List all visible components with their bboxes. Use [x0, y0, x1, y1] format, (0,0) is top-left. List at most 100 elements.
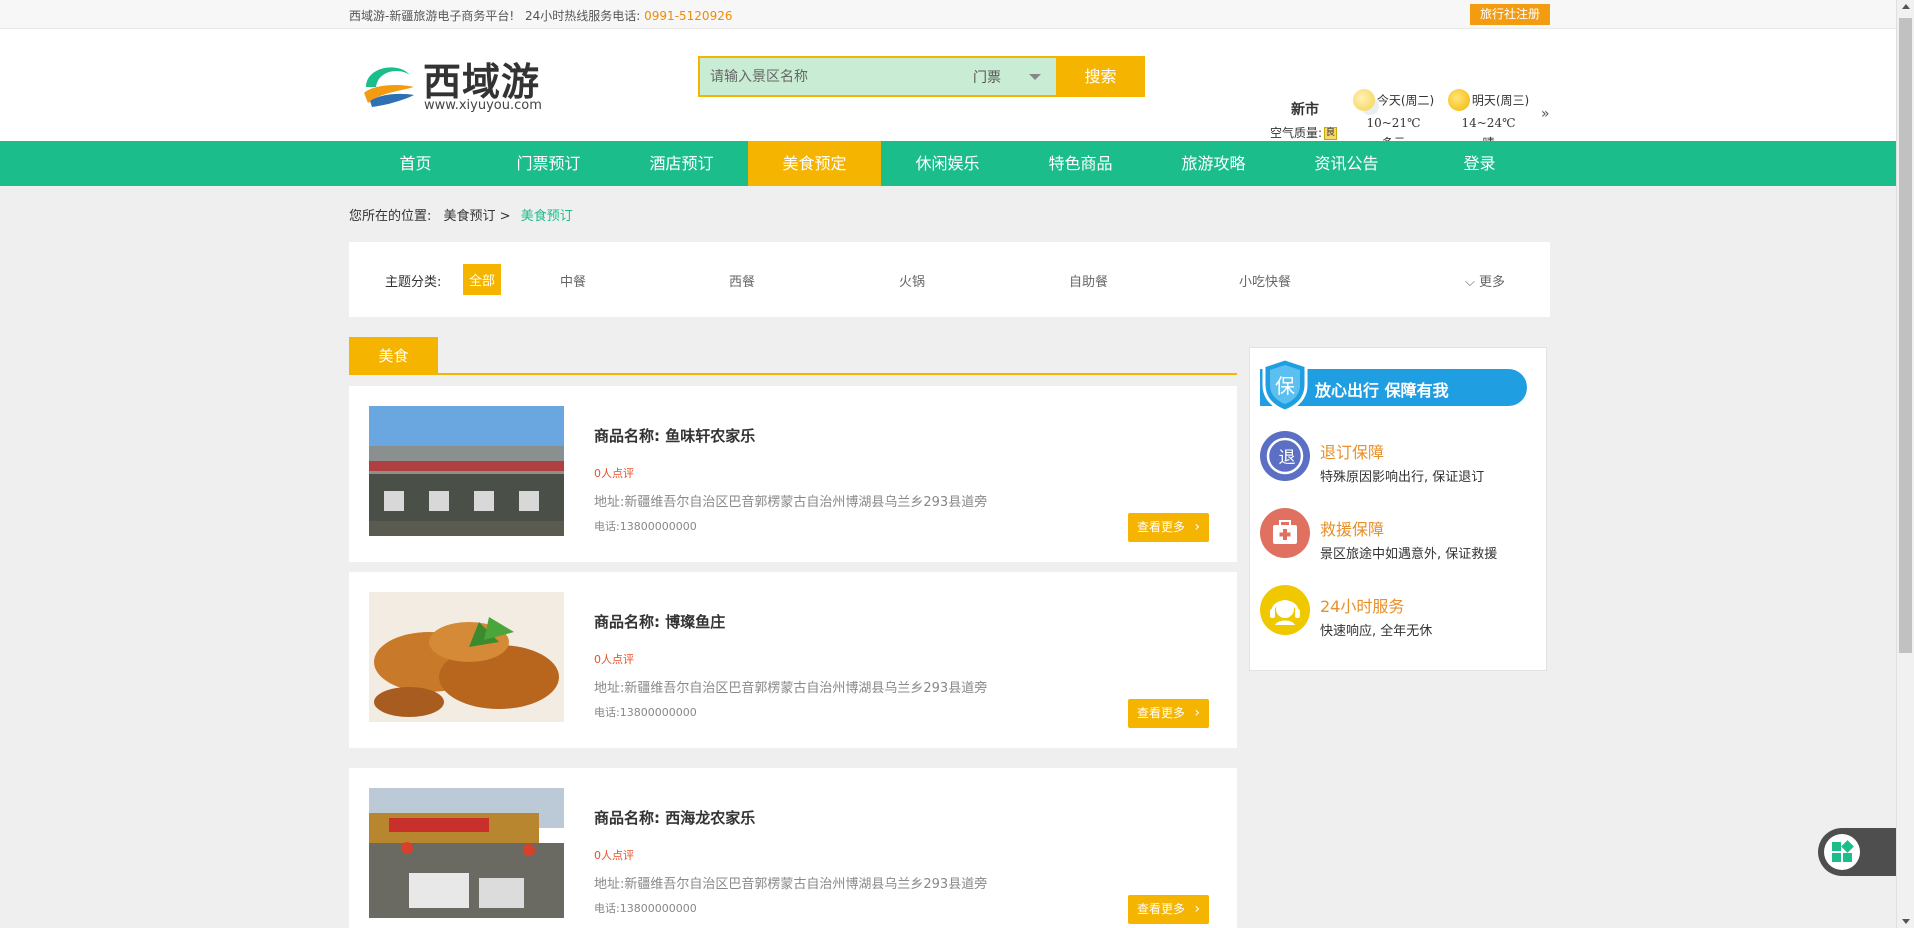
refund-icon-char: 退 — [1279, 448, 1296, 468]
search-button[interactable]: 搜索 — [1056, 56, 1145, 97]
filter-western[interactable]: 西餐 — [729, 271, 755, 290]
logo-swirl-icon — [364, 67, 414, 107]
page-scrollbar[interactable] — [1896, 0, 1914, 928]
apps-icon — [1824, 834, 1860, 870]
listing-tel: 电话:13800000000 — [594, 902, 697, 915]
top-bar: 西域游-新疆旅游电子商务平台! 24小时热线服务电话: 0991-5120926… — [0, 0, 1896, 29]
filter-more[interactable]: ⌵ 更多 — [1465, 271, 1505, 290]
view-more-button[interactable]: 查看更多 › — [1128, 699, 1209, 728]
nav-item-home[interactable]: 首页 — [349, 141, 482, 186]
scroll-down-icon[interactable] — [1902, 919, 1910, 924]
list-item: 商品名称: 博璨鱼庄 0人点评 地址:新疆维吾尔自治区巴音郭楞蒙古自治州博湖县乌… — [349, 572, 1237, 748]
sunny-icon — [1447, 89, 1470, 111]
chevron-down-icon: ⌵ — [1465, 275, 1475, 290]
shield-icon: 保 — [1262, 357, 1308, 413]
view-more-label: 查看更多 — [1137, 706, 1186, 720]
section-tab-food[interactable]: 美食 — [349, 337, 438, 375]
restaurant-photo[interactable] — [369, 592, 564, 722]
nav-item-news[interactable]: 资讯公告 — [1280, 141, 1413, 186]
nav-item-tickets[interactable]: 门票预订 — [482, 141, 615, 186]
weather-city[interactable]: 新市 — [1291, 99, 1319, 119]
chevron-right-icon: › — [1194, 705, 1200, 721]
filter-more-label: 更多 — [1479, 275, 1506, 290]
chevron-right-icon: › — [1194, 901, 1200, 917]
listing-address: 地址:新疆维吾尔自治区巴音郭楞蒙古自治州博湖县乌兰乡293县道旁 — [594, 681, 988, 696]
view-more-label: 查看更多 — [1137, 902, 1186, 916]
cloudy-icon — [1352, 89, 1375, 111]
listing-address: 地址:新疆维吾尔自治区巴音郭楞蒙古自治州博湖县乌兰乡293县道旁 — [594, 877, 988, 892]
search-input[interactable] — [710, 66, 950, 88]
listing-name[interactable]: 商品名称: 鱼味轩农家乐 — [594, 425, 755, 446]
air-quality-icon: 良 — [1324, 127, 1338, 140]
filter-chinese[interactable]: 中餐 — [560, 271, 586, 290]
filter-label: 主题分类: — [385, 275, 442, 290]
section-divider — [349, 373, 1237, 375]
restaurant-photo[interactable] — [369, 788, 564, 918]
guarantee-title: 退订保障 — [1320, 443, 1385, 462]
guarantee-desc: 特殊原因影响出行, 保证退订 — [1320, 470, 1485, 485]
scroll-thumb[interactable] — [1899, 18, 1912, 653]
list-item: 商品名称: 鱼味轩农家乐 0人点评 地址:新疆维吾尔自治区巴音郭楞蒙古自治州博湖… — [349, 386, 1237, 562]
listing-reviews[interactable]: 0人点评 — [594, 465, 634, 481]
weather-today-temp: 10~21℃ — [1366, 116, 1421, 130]
nav-item-hotels[interactable]: 酒店预订 — [615, 141, 748, 186]
listing-name[interactable]: 商品名称: 西海龙农家乐 — [594, 807, 755, 828]
nav-item-specialty[interactable]: 特色商品 — [1014, 141, 1147, 186]
view-more-button[interactable]: 查看更多 › — [1128, 513, 1209, 542]
listing-address: 地址:新疆维吾尔自治区巴音郭楞蒙古自治州博湖县乌兰乡293县道旁 — [594, 495, 988, 510]
first-aid-icon — [1260, 508, 1310, 558]
nav-item-guides[interactable]: 旅游攻略 — [1147, 141, 1280, 186]
weather-tomorrow-temp: 14~24℃ — [1461, 116, 1516, 130]
filter-buffet[interactable]: 自助餐 — [1069, 271, 1108, 290]
guarantee-title: 救援保障 — [1320, 520, 1385, 539]
guarantee-desc: 景区旅途中如遇意外, 保证救援 — [1320, 547, 1498, 562]
scroll-up-icon[interactable] — [1902, 4, 1910, 9]
nav-item-food[interactable]: 美食预定 — [748, 141, 881, 186]
nav-item-login[interactable]: 登录 — [1413, 141, 1546, 186]
headset-icon — [1260, 585, 1310, 635]
category-filter: 主题分类: 全部 中餐 西餐 火锅 自助餐 小吃快餐 ⌵ 更多 — [349, 242, 1550, 317]
chevron-down-icon[interactable] — [1029, 74, 1041, 80]
agency-register-button[interactable]: 旅行社注册 — [1470, 4, 1550, 25]
nav-item-leisure[interactable]: 休闲娱乐 — [881, 141, 1014, 186]
header: 西域游 www.xiyuyou.com 门票 搜索 新市 空气质量:良 今天(周… — [0, 29, 1896, 150]
view-more-button[interactable]: 查看更多 › — [1128, 895, 1209, 924]
guarantee-sidebar: 保 放心出行 保障有我 退 退订保障 特殊原因影响出行, 保证退订 救援保障 景… — [1249, 347, 1547, 671]
main-nav: 首页 门票预订 酒店预订 美食预定 休闲娱乐 特色商品 旅游攻略 资讯公告 登录 — [0, 141, 1896, 186]
floating-service-widget[interactable] — [1818, 828, 1896, 876]
listing-name[interactable]: 商品名称: 博璨鱼庄 — [594, 611, 725, 632]
guarantee-banner: 保 放心出行 保障有我 — [1260, 357, 1527, 413]
filter-hotpot[interactable]: 火锅 — [899, 271, 925, 290]
weather-tomorrow-label: 明天(周三) — [1471, 93, 1530, 108]
weather-today-label: 今天(周二) — [1376, 93, 1435, 108]
breadcrumb: 您所在的位置: 美食预订 > 美食预订 — [349, 205, 573, 224]
view-more-label: 查看更多 — [1137, 520, 1186, 534]
listing-reviews[interactable]: 0人点评 — [594, 847, 634, 863]
logo[interactable]: 西域游 www.xiyuyou.com — [358, 51, 548, 113]
weather-more-icon[interactable]: » — [1541, 106, 1550, 122]
weather-widget: 新市 空气质量:良 今天(周二) 10~21℃ 多云 明天(周三) 14~24℃… — [1266, 59, 1566, 150]
guarantee-banner-text: 放心出行 保障有我 — [1315, 381, 1449, 400]
hotline-number: 0991-5120926 — [644, 9, 733, 23]
breadcrumb-prefix: 您所在的位置: — [349, 209, 432, 224]
guarantee-rescue: 救援保障 景区旅途中如遇意外, 保证救援 — [1260, 508, 1540, 568]
hotline-label: 24小时热线服务电话: — [525, 9, 641, 23]
restaurant-photo[interactable] — [369, 406, 564, 536]
air-quality: 空气质量: 良 — [1270, 124, 1338, 141]
welcome-text: 西域游-新疆旅游电子商务平台! — [349, 9, 515, 23]
guarantee-title: 24小时服务 — [1320, 597, 1405, 616]
hotline: 24小时热线服务电话: 0991-5120926 — [525, 7, 732, 24]
chevron-right-icon: › — [1194, 519, 1200, 535]
air-quality-label: 空气质量: — [1270, 126, 1323, 140]
listing-tel: 电话:13800000000 — [594, 520, 697, 533]
filter-all[interactable]: 全部 — [463, 264, 502, 295]
breadcrumb-parent[interactable]: 美食预订 > — [444, 209, 511, 224]
guarantee-desc: 快速响应, 全年无休 — [1320, 624, 1433, 639]
guarantee-service: 24小时服务 快速响应, 全年无休 — [1260, 585, 1540, 645]
list-item: 商品名称: 西海龙农家乐 0人点评 地址:新疆维吾尔自治区巴音郭楞蒙古自治州博湖… — [349, 768, 1237, 928]
listing-reviews[interactable]: 0人点评 — [594, 651, 634, 667]
filter-snacks[interactable]: 小吃快餐 — [1239, 271, 1291, 290]
guarantee-refund: 退 退订保障 特殊原因影响出行, 保证退订 — [1260, 431, 1540, 491]
search-type-select[interactable]: 门票 — [973, 67, 1001, 87]
breadcrumb-current[interactable]: 美食预订 — [521, 209, 573, 224]
